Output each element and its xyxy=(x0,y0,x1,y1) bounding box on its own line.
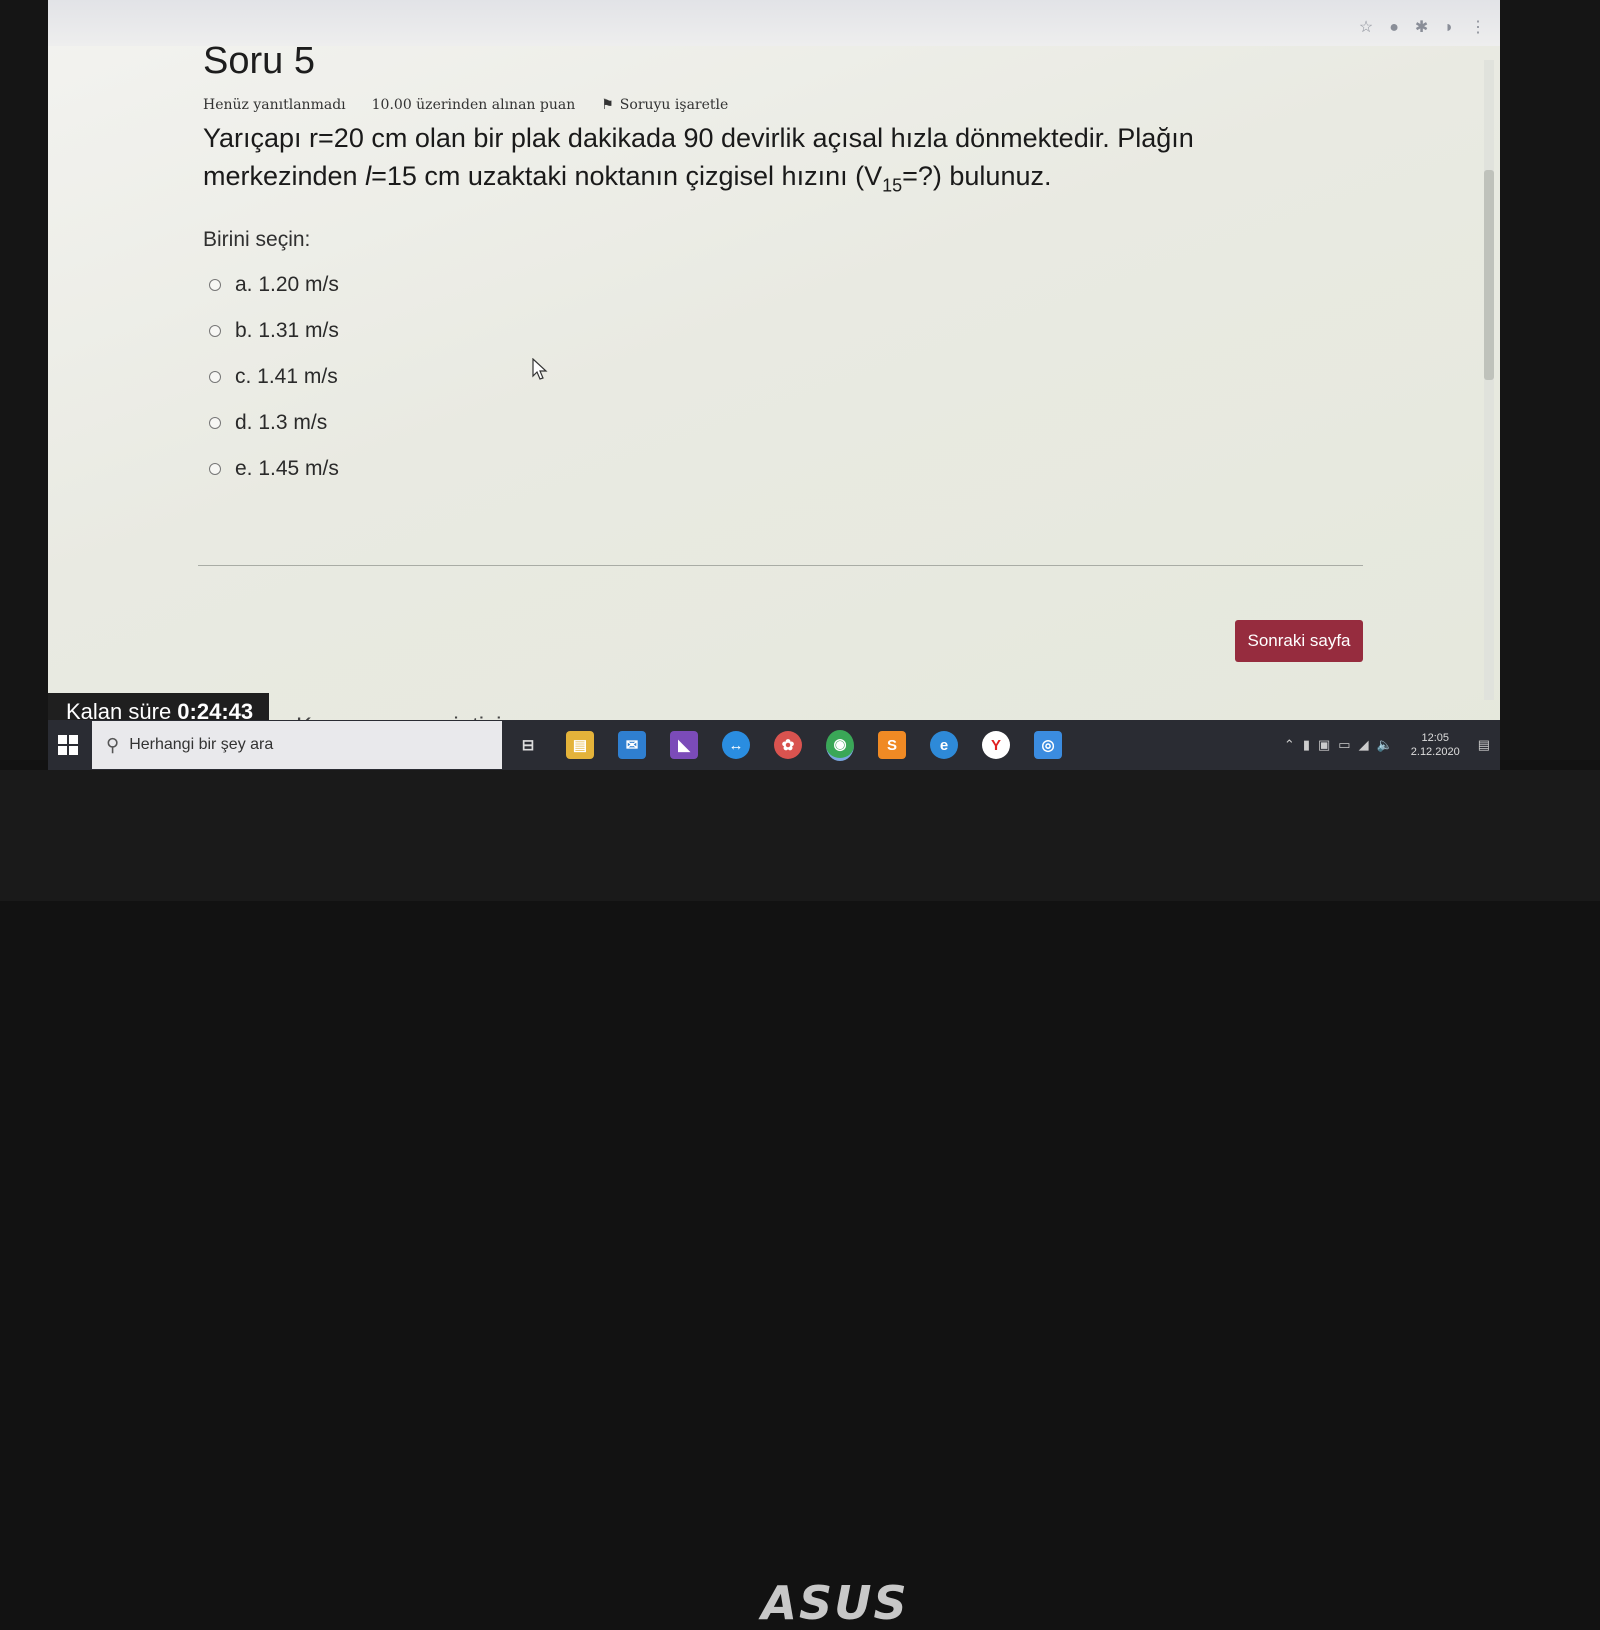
sublime-icon[interactable]: S xyxy=(878,731,906,759)
screen-bezel-right xyxy=(1500,0,1600,760)
browser-extension-icons: ☆ ● ✱ ◗ ⋮ xyxy=(1359,18,1486,38)
taskbar-search-placeholder: Herhangi bir şey ara xyxy=(129,736,274,753)
extension-icon[interactable]: ● xyxy=(1389,18,1399,38)
volume-icon[interactable]: 🔈 xyxy=(1377,737,1393,753)
question-title: Soru 5 xyxy=(203,40,315,82)
answer-label: b. 1.31 m/s xyxy=(235,319,339,343)
puzzle-icon[interactable]: ✱ xyxy=(1415,18,1428,38)
task-view-icon[interactable]: ⊟ xyxy=(514,731,542,759)
question-status: Henüz yanıtlanmadı xyxy=(203,97,346,113)
answer-label: e. 1.45 m/s xyxy=(235,457,339,481)
next-page-button[interactable]: Sonraki sayfa xyxy=(1235,620,1363,662)
answer-option-a[interactable]: a. 1.20 m/s xyxy=(203,262,1403,308)
wifi-icon[interactable]: ◢ xyxy=(1359,737,1369,753)
radio-button[interactable] xyxy=(209,463,221,476)
battery-icon[interactable]: ▭ xyxy=(1338,737,1350,753)
scrollbar-track[interactable] xyxy=(1484,60,1494,700)
search-icon: ⚲ xyxy=(106,734,120,755)
answer-prompt: Birini seçin: xyxy=(203,228,311,252)
question-meta: Henüz yanıtlanmadı 10.00 üzerinden alına… xyxy=(203,97,1403,113)
teamviewer-icon[interactable]: ↔ xyxy=(722,731,750,759)
notifications-icon[interactable]: ▤ xyxy=(1478,737,1490,753)
mail-icon[interactable]: ✉ xyxy=(618,731,646,759)
instagram-icon[interactable]: ◎ xyxy=(1034,731,1062,759)
screen-bezel-left xyxy=(0,0,48,760)
profile-icon[interactable]: ◗ xyxy=(1444,18,1454,38)
clock-time: 12:05 xyxy=(1421,732,1449,744)
flag-question-link[interactable]: ⚑ Soruyu işaretle xyxy=(601,97,728,113)
network-icon[interactable]: ▣ xyxy=(1318,737,1330,753)
system-tray: ⌃ ▮ ▣ ▭ ◢ 🔈 12:05 2.12.2020 ▤ xyxy=(1284,720,1490,770)
radio-button[interactable] xyxy=(209,417,221,430)
tray-chevron-icon[interactable]: ⌃ xyxy=(1284,737,1295,753)
question-text: Yarıçapı r=20 cm olan bir plak dakikada … xyxy=(203,119,1233,204)
question-text-line1: Yarıçapı r=20 cm olan bir plak dakikada … xyxy=(203,123,1194,153)
radio-button[interactable] xyxy=(209,325,221,338)
answer-label: a. 1.20 m/s xyxy=(235,273,339,297)
screen-bezel-bottom: ASUS xyxy=(0,770,1600,1628)
answer-label: c. 1.41 m/s xyxy=(235,365,338,389)
start-button[interactable] xyxy=(48,720,88,770)
photos-icon[interactable]: ✿ xyxy=(774,731,802,759)
question-text-line2: merkezinden l=15 cm uzaktaki noktanın çi… xyxy=(203,161,1052,196)
system-clock[interactable]: 12:05 2.12.2020 xyxy=(1411,731,1460,759)
bookmark-star-icon[interactable]: ☆ xyxy=(1359,18,1373,38)
taskbar-apps: ⊟ ▤ ✉ ◣ ↔ ✿ ◉ S e Y ◎ xyxy=(514,729,1062,761)
section-divider xyxy=(198,565,1363,566)
radio-button[interactable] xyxy=(209,371,221,384)
question-points: 10.00 üzerinden alınan puan xyxy=(371,97,576,113)
windows-taskbar: ⚲ Herhangi bir şey ara ⊟ ▤ ✉ ◣ ↔ ✿ ◉ S e… xyxy=(48,720,1500,770)
answer-option-e[interactable]: e. 1.45 m/s xyxy=(203,446,1403,492)
usb-icon[interactable]: ▮ xyxy=(1303,737,1310,753)
file-explorer-icon[interactable]: ▤ xyxy=(566,731,594,759)
yandex-icon[interactable]: Y xyxy=(982,731,1010,759)
answer-option-b[interactable]: b. 1.31 m/s xyxy=(203,308,1403,354)
clock-date: 2.12.2020 xyxy=(1410,746,1460,758)
scrollbar-thumb[interactable] xyxy=(1484,170,1494,380)
visual-studio-icon[interactable]: ◣ xyxy=(670,731,698,759)
answer-label: d. 1.3 m/s xyxy=(235,411,328,435)
windows-logo-icon xyxy=(58,735,78,755)
question-panel: Soru 5 Henüz yanıtlanmadı 10.00 üzerinde… xyxy=(203,40,1403,492)
mouse-cursor-icon xyxy=(532,358,548,380)
radio-button[interactable] xyxy=(209,279,221,292)
flag-icon: ⚑ xyxy=(601,97,614,113)
chrome-icon[interactable]: ◉ xyxy=(826,729,854,761)
edge-icon[interactable]: e xyxy=(930,731,958,759)
answer-list: a. 1.20 m/s b. 1.31 m/s c. 1.41 m/s d. 1… xyxy=(203,262,1403,492)
brand-logo: ASUS xyxy=(761,1576,909,1630)
taskbar-search[interactable]: ⚲ Herhangi bir şey ara xyxy=(92,721,502,769)
menu-dots-icon[interactable]: ⋮ xyxy=(1470,18,1486,38)
answer-option-d[interactable]: d. 1.3 m/s xyxy=(203,400,1403,446)
flag-question-label: Soruyu işaretle xyxy=(619,97,729,113)
laptop-screen: ☆ ● ✱ ◗ ⋮ Soru 5 Henüz yanıtlanmadı 10.0… xyxy=(48,0,1500,770)
answer-option-c[interactable]: c. 1.41 m/s xyxy=(203,354,1403,400)
